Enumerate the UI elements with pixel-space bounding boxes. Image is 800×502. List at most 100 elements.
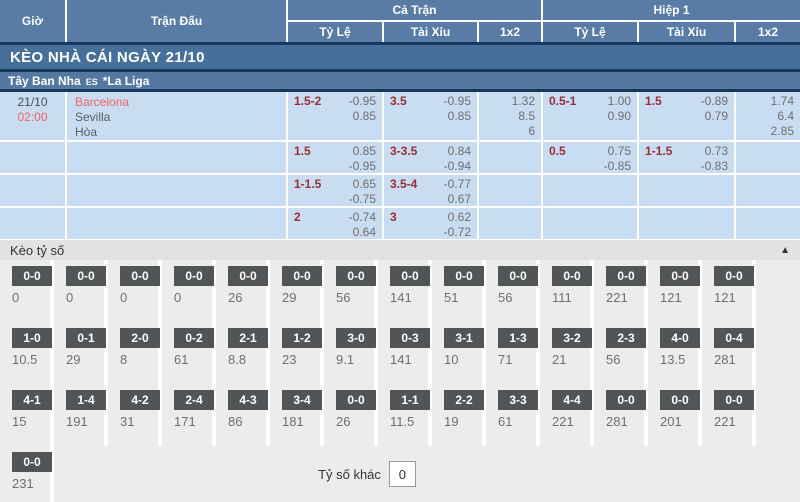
score-button[interactable]: 0-0: [444, 266, 484, 286]
score-button[interactable]: 1-2: [282, 328, 322, 348]
score-odds-cell: 0-0231: [0, 446, 50, 502]
odds-cell[interactable]: 0.50.75-0.85: [543, 142, 637, 173]
odds-cell[interactable]: 1.5-2-0.950.85: [288, 92, 382, 140]
score-odds-value: 56: [336, 290, 374, 305]
score-odds-cell: 4-013.5: [648, 322, 698, 384]
score-odds-value: 26: [336, 414, 374, 429]
score-odds-value: 23: [282, 352, 320, 367]
score-button[interactable]: 4-3: [228, 390, 268, 410]
odds-values: 0.85-0.95: [349, 144, 376, 173]
score-button[interactable]: 0-0: [12, 452, 52, 472]
header-subcol-half-overunder: Tài Xỉu: [639, 22, 734, 42]
score-button[interactable]: 0-0: [498, 266, 538, 286]
odds-1x2-cell[interactable]: 1.328.56: [479, 92, 541, 140]
score-button[interactable]: 3-0: [336, 328, 376, 348]
score-button[interactable]: 0-3: [390, 328, 430, 348]
odds-value: 0.64: [353, 225, 376, 239]
score-button[interactable]: 0-4: [714, 328, 754, 348]
score-button[interactable]: 0-0: [228, 266, 268, 286]
odds-values: 0.62-0.72: [444, 210, 471, 239]
score-odds-cell: 0-00: [162, 260, 212, 322]
score-button[interactable]: 0-0: [714, 390, 754, 410]
score-button[interactable]: 2-1: [228, 328, 268, 348]
score-odds-value: 221: [606, 290, 644, 305]
odds-value: -0.77: [444, 177, 471, 192]
odds-value: 8.5: [518, 109, 535, 124]
score-button[interactable]: 3-1: [444, 328, 484, 348]
score-grid-filler: [756, 384, 800, 446]
score-odds-cell: 0-051: [432, 260, 482, 322]
handicap-value: 0.5-1: [549, 94, 576, 140]
score-button[interactable]: 0-0: [336, 390, 376, 410]
score-button[interactable]: 0-0: [606, 390, 646, 410]
score-button[interactable]: 4-1: [12, 390, 52, 410]
empty-odds-cell: [736, 175, 800, 206]
score-button[interactable]: 3-2: [552, 328, 592, 348]
odds-value: 2.85: [771, 124, 794, 139]
odds-value: -0.95: [444, 94, 471, 109]
score-button[interactable]: 0-0: [390, 266, 430, 286]
header-group-first-half: Hiệp 1: [543, 0, 800, 20]
odds-cell[interactable]: 1-1.50.73-0.83: [639, 142, 734, 173]
other-score-input[interactable]: 0: [389, 461, 416, 487]
score-button[interactable]: 3-4: [282, 390, 322, 410]
odds-cell[interactable]: 2 -0.740.64: [288, 208, 382, 239]
empty-odds-cell: [479, 142, 541, 173]
match-teams-cell[interactable]: BarcelonaSevillaHòa: [67, 92, 286, 140]
handicap-value: 2: [294, 210, 301, 239]
odds-cell[interactable]: 1.50.85-0.95: [288, 142, 382, 173]
odds-cell[interactable]: 3-3.50.84-0.94: [384, 142, 477, 173]
odds-value: 0.85: [353, 109, 376, 124]
header-subcol-fulltime-overunder: Tài Xỉu: [384, 22, 477, 42]
odds-value: -0.83: [701, 159, 728, 173]
odds-value: 0.84: [448, 144, 471, 159]
score-button[interactable]: 0-1: [66, 328, 106, 348]
score-button[interactable]: 3-3: [498, 390, 538, 410]
score-button[interactable]: 0-0: [12, 266, 52, 286]
score-button[interactable]: 1-4: [66, 390, 106, 410]
score-button[interactable]: 0-0: [660, 266, 700, 286]
odds-cell[interactable]: 3.5-0.950.85: [384, 92, 477, 140]
score-odds-value: 15: [12, 414, 50, 429]
score-button[interactable]: 0-0: [120, 266, 160, 286]
score-button[interactable]: 2-2: [444, 390, 484, 410]
score-button[interactable]: 4-4: [552, 390, 592, 410]
score-button[interactable]: 0-0: [282, 266, 322, 286]
score-button[interactable]: 0-0: [174, 266, 214, 286]
odds-cell[interactable]: 1-1.50.65-0.75: [288, 175, 382, 206]
odds-values: -0.770.67: [444, 177, 471, 206]
header-cell-match: Trận Đấu: [67, 0, 286, 42]
score-button[interactable]: 0-2: [174, 328, 214, 348]
match-time-cell: [0, 175, 65, 206]
score-odds-value: 231: [12, 476, 50, 491]
odds-cell[interactable]: 30.62-0.72: [384, 208, 477, 239]
score-button[interactable]: 0-0: [336, 266, 376, 286]
score-button[interactable]: 4-2: [120, 390, 160, 410]
odds-cell[interactable]: 0.5-1 1.000.90: [543, 92, 637, 140]
league-bar[interactable]: Tây Ban Nha es *La Liga: [0, 72, 800, 89]
score-button[interactable]: 4-0: [660, 328, 700, 348]
score-odds-value: 0: [174, 290, 212, 305]
odds-cell[interactable]: 1.5-0.890.79: [639, 92, 734, 140]
score-button[interactable]: 2-3: [606, 328, 646, 348]
score-button[interactable]: 0-0: [714, 266, 754, 286]
score-button[interactable]: 2-4: [174, 390, 214, 410]
odds-values: -0.740.64: [349, 210, 376, 239]
odds-values: 0.84-0.94: [444, 144, 471, 173]
score-button[interactable]: 0-0: [606, 266, 646, 286]
score-button[interactable]: 1-1: [390, 390, 430, 410]
collapse-arrow-icon[interactable]: ▲: [780, 245, 790, 256]
score-button[interactable]: 1-3: [498, 328, 538, 348]
odds-values: -0.950.85: [349, 94, 376, 140]
score-odds-value: 19: [444, 414, 482, 429]
empty-odds-cell: [479, 208, 541, 239]
score-button[interactable]: 0-0: [552, 266, 592, 286]
score-button[interactable]: 1-0: [12, 328, 52, 348]
odds-values: 1.000.90: [608, 94, 631, 140]
odds-1x2-cell[interactable]: 1.746.42.85: [736, 92, 800, 140]
score-odds-value: 171: [174, 414, 212, 429]
odds-cell[interactable]: 3.5-4-0.770.67: [384, 175, 477, 206]
score-button[interactable]: 0-0: [660, 390, 700, 410]
score-button[interactable]: 2-0: [120, 328, 160, 348]
score-button[interactable]: 0-0: [66, 266, 106, 286]
